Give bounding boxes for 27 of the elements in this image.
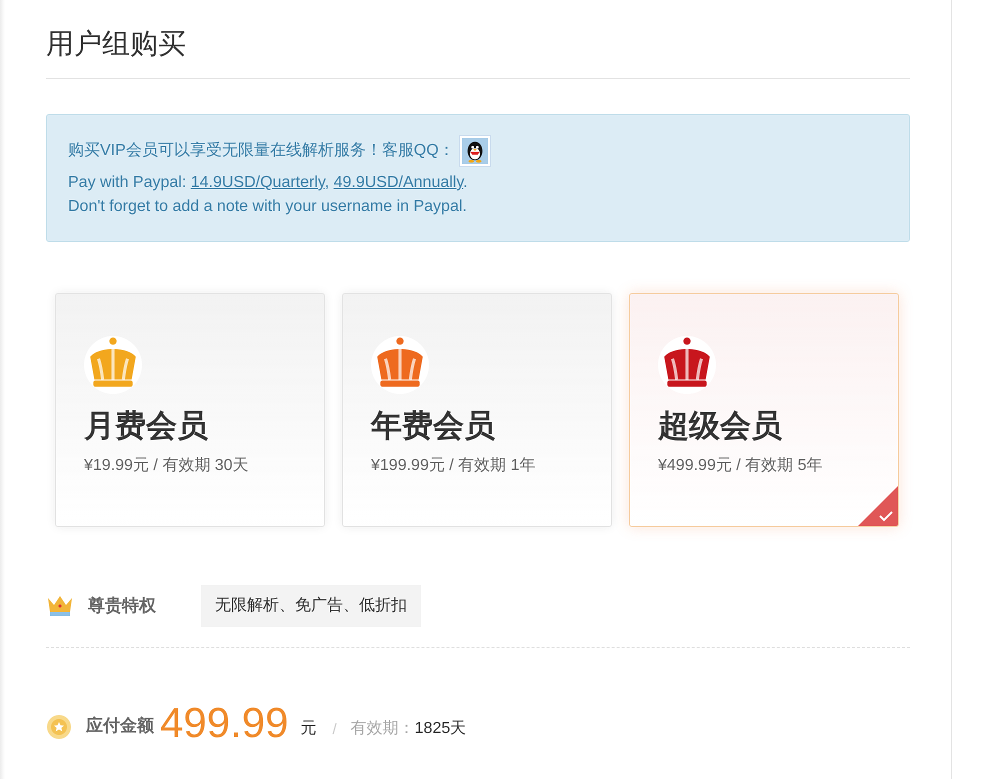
penguin-icon[interactable] bbox=[458, 135, 491, 167]
paypal-link[interactable]: 49.9USD/Annually bbox=[334, 174, 464, 191]
plan-card[interactable]: 超级会员 ¥499.99元 / 有效期 5年 bbox=[629, 293, 899, 527]
paypal-link[interactable]: 14.9USD/Quarterly bbox=[190, 174, 325, 191]
plan-card[interactable]: 年费会员 ¥199.99元 / 有效期 1年 bbox=[342, 293, 612, 527]
paypal-text: Pay with Paypal: 14.9USD/Quarterly, 49.9USD/Annually. bbox=[68, 173, 469, 193]
page-title: 用户组购买 bbox=[46, 24, 910, 79]
notice-text: 购买VIP会员可以享受无限量在线解析服务！客服QQ： bbox=[68, 140, 455, 161]
plan-name: 超级会员 bbox=[658, 407, 783, 445]
amount-label: 应付金额 bbox=[86, 714, 154, 736]
plan-name: 月费会员 bbox=[84, 407, 209, 445]
privilege-label: 尊贵特权 bbox=[88, 595, 156, 618]
note-text: Don't forget to add a note with your username in Paypal. bbox=[68, 197, 468, 217]
validity-label: 有效期： bbox=[350, 719, 415, 739]
validity-value: 1825天 bbox=[414, 719, 466, 739]
amount-unit: 元 bbox=[300, 719, 316, 739]
privilege-tag: 无限解析、免广告、低折扣 bbox=[201, 585, 421, 627]
check-icon bbox=[858, 486, 898, 526]
crown-icon bbox=[46, 594, 74, 618]
plan-price: ¥199.99元 / 有效期 1年 bbox=[371, 456, 537, 476]
medal-icon bbox=[46, 714, 72, 740]
plan-price: ¥19.99元 / 有效期 30天 bbox=[84, 456, 250, 476]
plan-name: 年费会员 bbox=[371, 407, 496, 445]
plan-card[interactable]: 月费会员 ¥19.99元 / 有效期 30天 bbox=[55, 293, 325, 527]
amount-value: 499.99 bbox=[160, 700, 288, 746]
plan-price: ¥499.99元 / 有效期 5年 bbox=[658, 456, 824, 476]
separator-text: / bbox=[332, 720, 337, 740]
